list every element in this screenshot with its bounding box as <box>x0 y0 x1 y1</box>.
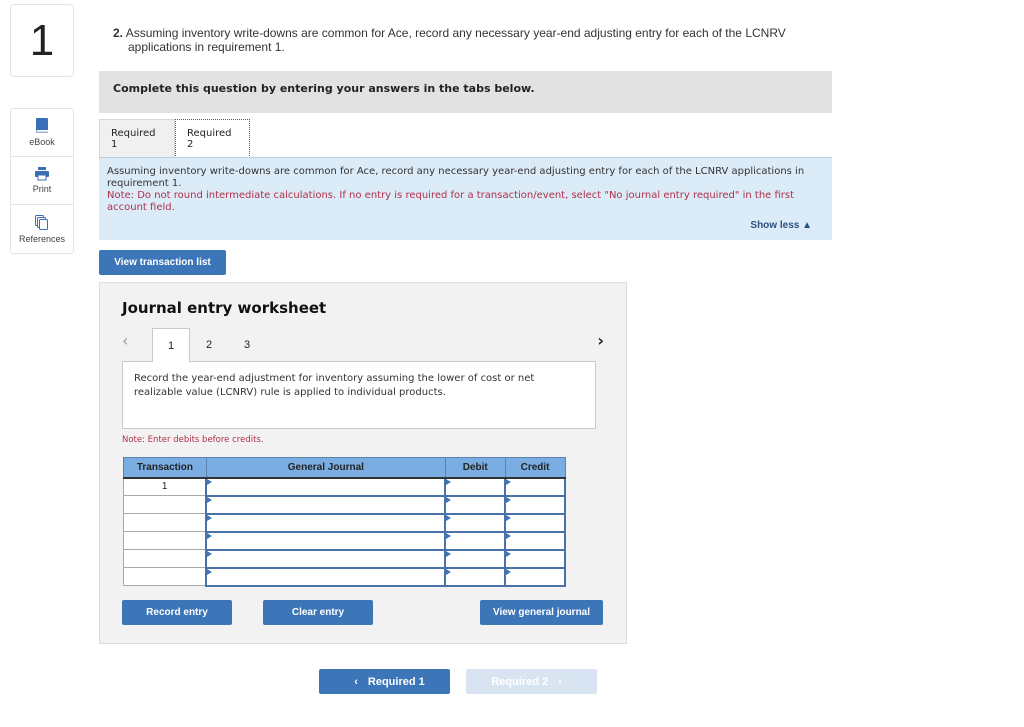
credit-input[interactable] <box>504 512 566 533</box>
header-debit: Debit <box>444 457 506 479</box>
worksheet-title: Journal entry worksheet <box>122 299 327 317</box>
account-input[interactable] <box>205 566 447 587</box>
transaction-cell <box>123 495 207 514</box>
account-input[interactable] <box>205 476 447 497</box>
credit-input[interactable] <box>504 566 566 587</box>
debit-input[interactable] <box>444 476 507 497</box>
account-input[interactable] <box>205 512 447 533</box>
transaction-cell <box>123 549 207 568</box>
sidebar-tools: eBook Print References <box>10 108 74 254</box>
header-general-journal: General Journal <box>205 457 446 479</box>
view-transaction-list-button[interactable]: View transaction list <box>99 250 226 275</box>
journal-table: Transaction General Journal Debit Credit… <box>123 457 566 587</box>
table-row: 1 <box>123 476 566 497</box>
question-text: 2. Assuming inventory write-downs are co… <box>113 26 833 54</box>
book-icon <box>36 118 48 133</box>
triangle-up-icon: ▲ <box>802 220 812 231</box>
instructions-panel: Assuming inventory write-downs are commo… <box>99 157 832 240</box>
transaction-cell: 1 <box>123 477 207 496</box>
sidebar-item-label: Print <box>32 184 52 194</box>
chevron-left-icon: ‹ <box>354 675 358 688</box>
complete-banner: Complete this question by entering your … <box>99 71 832 113</box>
record-entry-button[interactable]: Record entry <box>122 600 232 625</box>
instructions-note: Note: Do not round intermediate calculat… <box>107 190 795 213</box>
copy-pages-icon <box>35 214 48 230</box>
question-line-2: applications in requirement 1. <box>128 40 285 54</box>
worksheet-description: Record the year-end adjustment for inven… <box>122 361 596 429</box>
prev-required-1-button[interactable]: ‹ Required 1 <box>319 669 450 694</box>
credit-input[interactable] <box>504 548 566 569</box>
sidebar-item-references[interactable]: References <box>11 205 73 253</box>
requirement-tabs: Required 1 Required 2 <box>99 119 250 158</box>
header-credit: Credit <box>504 457 566 479</box>
sidebar-item-ebook[interactable]: eBook <box>11 109 73 157</box>
show-less-link[interactable]: Show less ▲ <box>750 220 812 232</box>
sidebar-item-label: eBook <box>29 137 55 147</box>
tab-required-1[interactable]: Required 1 <box>99 119 175 157</box>
worksheet-page-1[interactable]: 1 <box>152 328 190 362</box>
debit-input[interactable] <box>444 494 507 515</box>
debit-input[interactable] <box>444 566 507 587</box>
question-number: 1 <box>10 4 74 77</box>
instructions-text: Assuming inventory write-downs are commo… <box>107 166 805 189</box>
table-row <box>123 512 566 533</box>
debit-input[interactable] <box>444 512 507 533</box>
journal-table-header: Transaction General Journal Debit Credit <box>123 457 566 479</box>
tab-required-2[interactable]: Required 2 <box>175 119 250 158</box>
worksheet-pagination: 1 2 3 <box>152 328 266 362</box>
credit-input[interactable] <box>504 530 566 551</box>
table-row <box>123 530 566 551</box>
worksheet-page-3[interactable]: 3 <box>228 328 266 361</box>
chevron-left-icon[interactable]: ‹ <box>122 331 128 350</box>
show-less-label: Show less <box>750 220 800 231</box>
table-row <box>123 566 566 587</box>
question-line-1: Assuming inventory write-downs are commo… <box>125 26 786 40</box>
next-required-2-button[interactable]: Required 2 › <box>466 669 597 694</box>
chevron-right-icon: › <box>558 675 562 688</box>
header-transaction: Transaction <box>123 457 207 479</box>
worksheet-page-2[interactable]: 2 <box>190 328 228 361</box>
debit-input[interactable] <box>444 530 507 551</box>
credit-input[interactable] <box>504 494 566 515</box>
prev-label: Required 1 <box>367 675 425 688</box>
view-general-journal-button[interactable]: View general journal <box>480 600 603 625</box>
credit-input[interactable] <box>504 476 566 497</box>
sidebar-item-label: References <box>18 233 66 244</box>
chevron-right-icon[interactable]: › <box>597 331 604 350</box>
transaction-cell <box>123 531 207 550</box>
printer-icon <box>35 167 49 181</box>
account-input[interactable] <box>205 530 447 551</box>
worksheet-note: Note: Enter debits before credits. <box>122 435 264 445</box>
transaction-cell <box>123 567 207 586</box>
part-label: 2. <box>113 26 124 40</box>
next-label: Required 2 <box>491 675 549 688</box>
clear-entry-button[interactable]: Clear entry <box>263 600 373 625</box>
transaction-cell <box>123 513 207 532</box>
sidebar-item-print[interactable]: Print <box>11 157 73 205</box>
account-input[interactable] <box>205 548 447 569</box>
journal-entry-worksheet: Journal entry worksheet ‹ 1 2 3 › Record… <box>99 282 627 644</box>
debit-input[interactable] <box>444 548 507 569</box>
table-row <box>123 494 566 515</box>
table-row <box>123 548 566 569</box>
account-input[interactable] <box>205 494 447 515</box>
